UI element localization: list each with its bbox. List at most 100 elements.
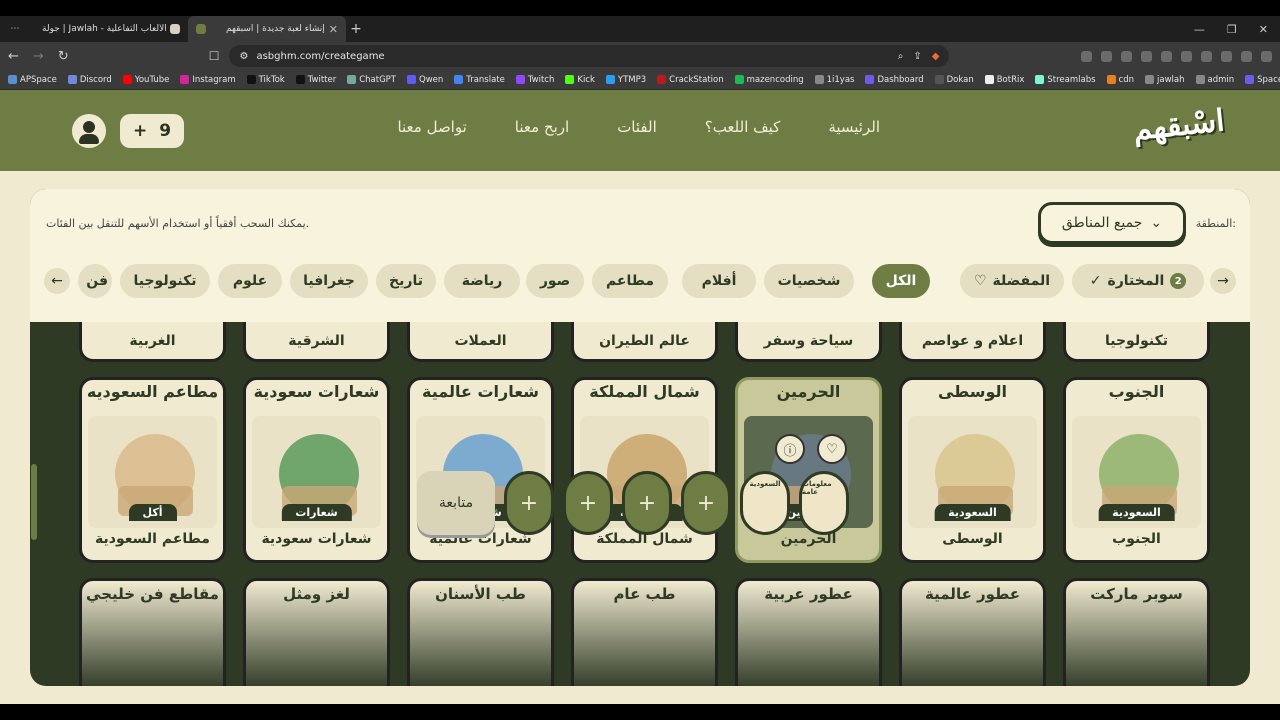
- chip-sports[interactable]: رياضة: [444, 264, 520, 298]
- page-scrollbar[interactable]: [31, 464, 37, 540]
- chip-favorites[interactable]: ♡ المفضلة: [960, 264, 1064, 298]
- extension-icon[interactable]: [1141, 50, 1152, 62]
- chip-geography[interactable]: جغرافيا: [290, 264, 368, 298]
- bookmark-item[interactable]: Dokan: [934, 75, 974, 85]
- continue-button[interactable]: متابعة: [417, 471, 495, 535]
- sidebar-icon[interactable]: [1221, 50, 1232, 62]
- bookmark-item[interactable]: jawlah: [1145, 75, 1185, 85]
- category-card-partial[interactable]: عطور عالمية: [899, 578, 1046, 686]
- chip-movies[interactable]: أفلام: [682, 264, 756, 298]
- tab-title: جولة | Jawlah - منصة الألعاب التفاعلية: [42, 24, 166, 34]
- info-icon[interactable]: ⓘ: [775, 434, 805, 464]
- close-window-icon[interactable]: ✕: [1259, 23, 1268, 36]
- category-card-partial[interactable]: طب عام: [571, 578, 718, 686]
- scroll-left-arrow-icon[interactable]: ←: [44, 268, 70, 294]
- chip-restaurants[interactable]: مطاعم: [592, 264, 668, 298]
- empty-slot-plus-icon[interactable]: +: [563, 471, 613, 535]
- chip-all[interactable]: الكل: [872, 264, 930, 298]
- category-card[interactable]: شمال المملكةالسعوديةشمال المملكة: [571, 377, 718, 563]
- chip-selected[interactable]: ✓ المختارة 2: [1072, 264, 1204, 298]
- category-card-partial[interactable]: سوبر ماركت: [1063, 578, 1210, 686]
- chip-history[interactable]: تاريخ: [376, 264, 436, 298]
- bookmark-item[interactable]: CrackStation: [657, 75, 724, 85]
- chip-characters[interactable]: شخصيات: [764, 264, 854, 298]
- bookmark-item[interactable]: Dashboard: [865, 75, 924, 85]
- bookmark-item[interactable]: APSpace: [8, 75, 57, 85]
- chosen-category-slot[interactable]: السعودية: [740, 471, 790, 535]
- bookmark-item[interactable]: YouTube: [122, 75, 169, 85]
- bookmark-page-icon[interactable]: ☐: [209, 49, 220, 63]
- chip-images[interactable]: صور: [526, 264, 584, 298]
- category-card[interactable]: الحرمينⓘ♡الحرمينالحرمين: [735, 377, 882, 563]
- bookmark-item[interactable]: BotRix: [984, 75, 1024, 85]
- region-select[interactable]: جميع المناطق ⌄: [1038, 202, 1186, 244]
- forward-icon[interactable]: →: [33, 49, 44, 64]
- category-card[interactable]: شعارات سعودية شعارات شعارات سعودية: [243, 377, 390, 563]
- share-icon[interactable]: ⇪: [913, 51, 921, 62]
- category-card-partial[interactable]: مقاطع فن خليجي: [79, 578, 226, 686]
- download-icon[interactable]: [1201, 50, 1212, 62]
- site-logo[interactable]: اسْبقهم: [1131, 103, 1226, 147]
- card-title: الجنوب: [1108, 382, 1165, 401]
- menu-item-earn[interactable]: اربح معنا: [515, 118, 569, 136]
- points-button[interactable]: + 9: [120, 114, 184, 148]
- bookmark-item[interactable]: Twitter: [295, 75, 336, 85]
- empty-slot-plus-icon[interactable]: +: [504, 471, 554, 535]
- bookmark-item[interactable]: Twitch: [515, 75, 554, 85]
- category-card[interactable]: الجنوب السعودية الجنوب: [1063, 377, 1210, 563]
- user-avatar-button[interactable]: [72, 114, 106, 148]
- bookmark-item[interactable]: Instagram: [180, 75, 236, 85]
- extension-icon[interactable]: [1081, 50, 1092, 62]
- menu-item-how-to-play[interactable]: كيف اللعب؟: [705, 118, 781, 136]
- chip-science[interactable]: علوم: [218, 264, 282, 298]
- bookmark-item[interactable]: mazencoding: [734, 75, 804, 85]
- bookmark-item[interactable]: admin: [1195, 75, 1234, 85]
- brave-shield-icon[interactable]: ◆: [932, 51, 940, 62]
- menu-item-categories[interactable]: الفئات: [617, 118, 657, 136]
- close-tab-icon[interactable]: ✕: [329, 23, 338, 36]
- bookmark-item[interactable]: Qwen: [407, 75, 443, 85]
- chip-art[interactable]: فن: [78, 264, 112, 298]
- empty-slot-plus-icon[interactable]: +: [622, 471, 672, 535]
- extension-icon[interactable]: [1101, 50, 1112, 62]
- bookmark-item[interactable]: Discord: [67, 75, 112, 85]
- empty-slot-plus-icon[interactable]: +: [681, 471, 731, 535]
- category-card-partial[interactable]: عطور عربية: [735, 578, 882, 686]
- menu-item-contact[interactable]: تواصل معنا: [397, 118, 466, 136]
- minimize-icon[interactable]: —: [1194, 23, 1205, 36]
- category-card-partial[interactable]: طب الأسنان: [407, 578, 554, 686]
- heart-icon[interactable]: ♡: [817, 434, 847, 464]
- category-card-partial[interactable]: لغز ومثل: [243, 578, 390, 686]
- tab-asbghm[interactable]: إنشاء لعبة جديدة | اسبقهم ✕: [188, 16, 346, 42]
- category-card[interactable]: الوسطى السعودية الوسطى: [899, 377, 1046, 563]
- extension-icon[interactable]: [1181, 50, 1192, 62]
- bookmark-item[interactable]: 1i1yas: [814, 75, 854, 85]
- bookmark-item[interactable]: Translate: [454, 75, 505, 85]
- extension-icon[interactable]: [1161, 50, 1172, 62]
- category-card[interactable]: شعارات عالميةشعاراتشعارات عالمية: [407, 377, 554, 563]
- category-card[interactable]: مطاعم السعوديه أكل مطاعم السعودية: [79, 377, 226, 563]
- address-bar[interactable]: ⚙ asbghm.com/creategame ⌕ ⇪ ◆: [229, 45, 950, 67]
- zoom-icon[interactable]: ⌕: [898, 51, 904, 62]
- new-tab-icon[interactable]: +: [346, 21, 366, 37]
- bookmark-item[interactable]: cdn: [1106, 75, 1134, 85]
- tab-menu-icon[interactable]: ⋯: [0, 24, 30, 34]
- bookmark-item[interactable]: YTMP3: [605, 75, 646, 85]
- reload-icon[interactable]: ↻: [58, 49, 69, 64]
- chosen-category-slot[interactable]: معلومات عامة: [799, 471, 849, 535]
- back-icon[interactable]: ←: [8, 49, 19, 64]
- chip-technology[interactable]: تكنولوجيا: [120, 264, 210, 298]
- menu-icon[interactable]: [1261, 50, 1272, 62]
- bookmark-item[interactable]: Spacemail: [1245, 75, 1280, 85]
- bookmark-item[interactable]: Kick: [565, 75, 595, 85]
- bookmark-item[interactable]: TikTok: [246, 75, 285, 85]
- wallet-icon[interactable]: [1241, 50, 1252, 62]
- bookmark-item[interactable]: Streamlabs: [1035, 75, 1096, 85]
- scroll-right-arrow-icon[interactable]: →: [1210, 268, 1236, 294]
- menu-item-home[interactable]: الرئيسية: [828, 118, 880, 136]
- site-info-icon[interactable]: ⚙: [239, 51, 248, 62]
- extension-icon[interactable]: [1121, 50, 1132, 62]
- bookmark-item[interactable]: ChatGPT: [347, 75, 396, 85]
- tab-jawlah[interactable]: جولة | Jawlah - منصة الألعاب التفاعلية: [30, 16, 188, 42]
- maximize-icon[interactable]: ❐: [1227, 23, 1237, 36]
